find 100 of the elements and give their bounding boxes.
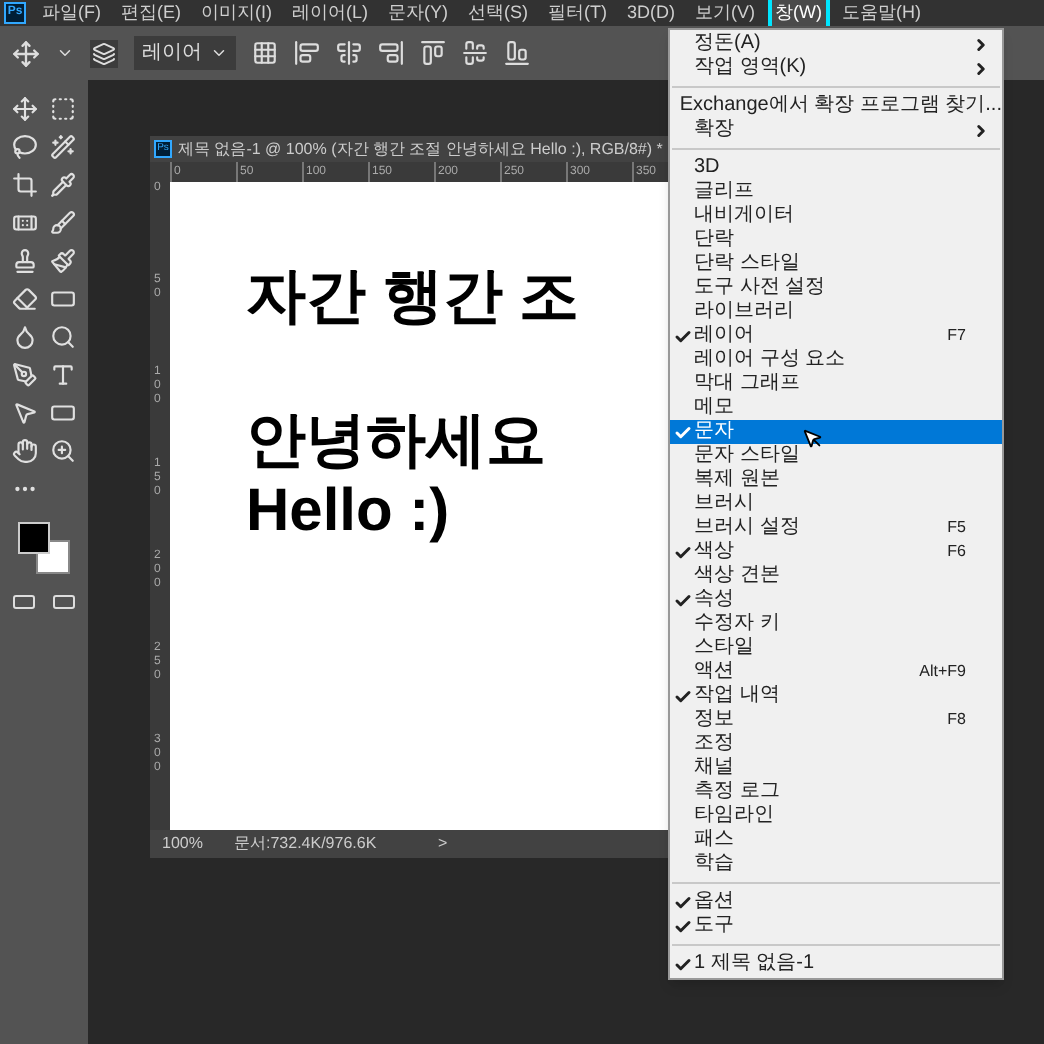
- menu-item[interactable]: 1 제목 없음-1: [670, 952, 1002, 976]
- menu-item[interactable]: 도구 사전 설정: [670, 276, 1002, 300]
- status-arrow[interactable]: >: [398, 832, 448, 856]
- hand-icon[interactable]: [12, 438, 38, 464]
- menu-title[interactable]: 필터(T): [544, 0, 611, 26]
- bandage-icon[interactable]: [12, 210, 38, 236]
- pen-icon[interactable]: [12, 362, 38, 388]
- align-icon[interactable]: [504, 40, 530, 66]
- align-icon[interactable]: [336, 40, 362, 66]
- layers-icon[interactable]: [90, 39, 118, 67]
- caret-icon: [210, 44, 228, 62]
- menu-item[interactable]: 레이어 구성 요소: [670, 348, 1002, 372]
- menu-item[interactable]: 복제 원본: [670, 468, 1002, 492]
- align-icon[interactable]: [294, 40, 320, 66]
- menu-item[interactable]: 작업 내역: [670, 684, 1002, 708]
- crop-icon[interactable]: [12, 172, 38, 198]
- menu-title[interactable]: 파일(F): [38, 0, 105, 26]
- stamp-icon[interactable]: [12, 248, 38, 274]
- menu-item[interactable]: 액션 Alt+F9: [670, 660, 1002, 684]
- menu-title[interactable]: 편집(E): [117, 0, 185, 26]
- menu-item[interactable]: 단락: [670, 228, 1002, 252]
- layer-dropdown[interactable]: 레이어: [134, 36, 236, 70]
- menu-item-label: 1 제목 없음-1: [694, 952, 815, 976]
- menu-item[interactable]: 메모: [670, 396, 1002, 420]
- menu-item[interactable]: 수정자 키: [670, 612, 1002, 636]
- menu-item[interactable]: 학습: [670, 852, 1002, 876]
- menu-item-label: 메모: [694, 396, 734, 420]
- mask-icon[interactable]: [12, 590, 36, 614]
- menu-item[interactable]: 측정 로그: [670, 780, 1002, 804]
- menu-item[interactable]: 채널: [670, 756, 1002, 780]
- align-icon[interactable]: [378, 40, 404, 66]
- menu-title[interactable]: 도움말(H): [838, 0, 925, 26]
- menu-item[interactable]: 문자: [670, 420, 1002, 444]
- shortcut-label: F5: [947, 516, 968, 540]
- menu-item-label: 정보: [694, 708, 734, 732]
- menu-title[interactable]: 이미지(I): [197, 0, 276, 26]
- lasso-icon[interactable]: [12, 134, 38, 160]
- pipette-icon[interactable]: [50, 172, 76, 198]
- canvas-text: 자간 행간 조: [246, 262, 582, 334]
- menu-item[interactable]: 색상 견본: [670, 564, 1002, 588]
- color-swatches[interactable]: [18, 522, 70, 574]
- align-icon[interactable]: [462, 40, 488, 66]
- pointer-icon[interactable]: [12, 400, 38, 426]
- menu-title[interactable]: 레이어(L): [288, 0, 372, 26]
- menu-item-label: 글리프: [694, 180, 754, 204]
- menu-title[interactable]: 문자(Y): [384, 0, 452, 26]
- menu-item-label: 학습: [694, 852, 734, 876]
- menu-item-label: 복제 원본: [694, 468, 780, 492]
- menu-item[interactable]: 정보 F8: [670, 708, 1002, 732]
- menu-item-label: 작업 내역: [694, 684, 780, 708]
- magnifier-icon[interactable]: [50, 324, 76, 350]
- menu-item[interactable]: 막대 그래프: [670, 372, 1002, 396]
- menu-item[interactable]: 패스: [670, 828, 1002, 852]
- canvas-text: Hello :): [246, 478, 452, 546]
- brush-icon[interactable]: [50, 210, 76, 236]
- screen-mode-icon[interactable]: [52, 590, 76, 614]
- eraser-icon[interactable]: [12, 286, 38, 312]
- menu-item-label: 내비게이터: [694, 204, 794, 228]
- menu-item[interactable]: 옵션: [670, 890, 1002, 914]
- menu-item[interactable]: 색상 F6: [670, 540, 1002, 564]
- menu-item[interactable]: 정돈(A): [670, 32, 1002, 56]
- document-info: 문서:732.4K/976.6K: [232, 832, 379, 856]
- menu-item[interactable]: 속성: [670, 588, 1002, 612]
- menu-item[interactable]: 레이어 F7: [670, 324, 1002, 348]
- menu-title[interactable]: 3D(D): [623, 0, 679, 26]
- move-icon[interactable]: [12, 96, 38, 122]
- menu-item-label: 도구 사전 설정: [694, 276, 826, 300]
- menu-item-label: 막대 그래프: [694, 372, 800, 396]
- align-icon[interactable]: [420, 40, 446, 66]
- mouse-cursor-icon: [802, 428, 824, 450]
- caret-icon[interactable]: [56, 44, 74, 62]
- menu-item[interactable]: 스타일: [670, 636, 1002, 660]
- menu-item[interactable]: 도구: [670, 914, 1002, 938]
- document-title: 제목 없음-1 @ 100% (자간 행간 조절 안녕하세요 Hello :), RGB/8#) *: [178, 138, 663, 162]
- menu-item[interactable]: 문자 스타일: [670, 444, 1002, 468]
- menu-item[interactable]: 내비게이터: [670, 204, 1002, 228]
- menu-title[interactable]: 보기(V): [691, 0, 759, 26]
- menu-title[interactable]: 창(W): [771, 0, 826, 26]
- menu-item[interactable]: 브러시 설정 F5: [670, 516, 1002, 540]
- menu-item[interactable]: 확장: [670, 118, 1002, 142]
- type-icon[interactable]: [50, 362, 76, 388]
- grid-icon[interactable]: [252, 40, 278, 66]
- menu-item[interactable]: 타임라인: [670, 804, 1002, 828]
- menu-item[interactable]: 브러시: [670, 492, 1002, 516]
- menu-item[interactable]: 작업 영역(K): [670, 56, 1002, 80]
- move-icon[interactable]: [12, 39, 40, 67]
- zoom-icon[interactable]: [50, 438, 76, 464]
- droplet-icon[interactable]: [12, 324, 38, 350]
- menu-item-label: 옵션: [694, 890, 734, 914]
- menu-title[interactable]: 선택(S): [464, 0, 532, 26]
- menu-item[interactable]: 단락 스타일: [670, 252, 1002, 276]
- menu-item-label: 수정자 키: [694, 612, 780, 636]
- wand-icon[interactable]: [50, 134, 76, 160]
- paintbrush-icon[interactable]: [50, 248, 76, 274]
- gradient-icon[interactable]: [50, 286, 76, 312]
- menu-item[interactable]: 조정: [670, 732, 1002, 756]
- dashed-square-icon[interactable]: [50, 96, 76, 122]
- menu-item[interactable]: 글리프: [670, 180, 1002, 204]
- menu-item[interactable]: 라이브러리: [670, 300, 1002, 324]
- rectangle-icon[interactable]: [50, 400, 76, 426]
